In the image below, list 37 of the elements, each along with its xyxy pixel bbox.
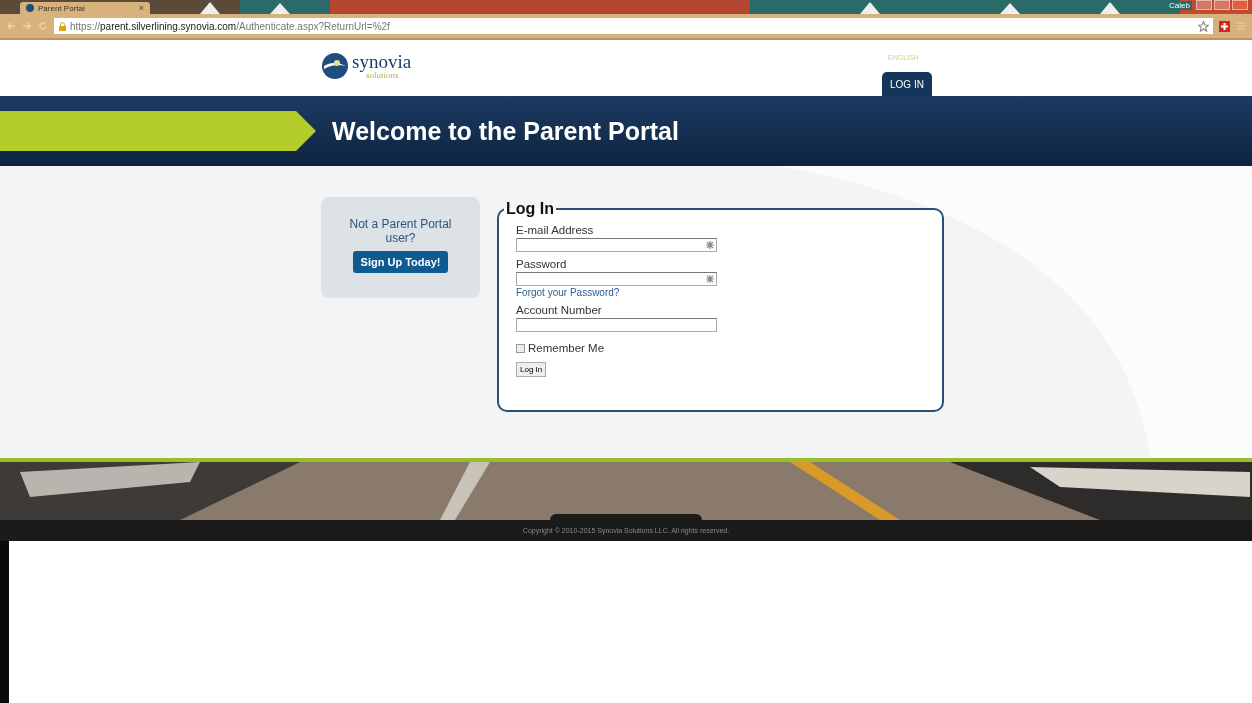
login-heading: Log In (505, 200, 555, 218)
forward-icon[interactable] (22, 21, 32, 31)
field-label: E-mail Address (516, 224, 595, 236)
required-icon (706, 241, 714, 249)
remember-label: Remember Me (528, 342, 605, 354)
signup-text: Not a Parent Portal user? (348, 217, 453, 245)
lock-icon (58, 21, 67, 31)
minimize-button[interactable] (1196, 0, 1212, 10)
field-label: Password (516, 258, 568, 270)
logo-tagline: solutions (366, 71, 399, 80)
login-button[interactable]: Log In (516, 362, 547, 377)
maximize-button[interactable] (1214, 0, 1230, 10)
globe-icon (26, 4, 34, 12)
close-window-button[interactable] (1232, 0, 1248, 10)
required-icon (706, 275, 714, 283)
logo-icon (322, 53, 348, 79)
signup-button[interactable]: Sign Up Today! (352, 251, 449, 273)
menu-icon[interactable] (1236, 21, 1246, 31)
input-field[interactable] (516, 272, 717, 286)
remember-checkbox[interactable] (516, 343, 525, 353)
input-field[interactable] (516, 238, 717, 252)
forgot-password-link[interactable]: Forgot your Password? (516, 287, 620, 298)
user-name: Caleb (1167, 1, 1192, 10)
field-label: Account Number (516, 304, 603, 316)
url-text: https://parent.silverlining.synovia.com/Authenticate.aspx?ReturnUrl=%2f (70, 20, 390, 32)
tab-title: Parent Portal (38, 3, 85, 13)
logo-name: synovia (352, 52, 412, 71)
close-tab-button[interactable]: × (138, 3, 144, 13)
input-field[interactable] (516, 318, 717, 332)
nav-tab[interactable]: LOG IN (882, 72, 932, 96)
star-icon[interactable] (1198, 20, 1209, 32)
reload-icon[interactable] (38, 21, 48, 31)
page-title: Welcome to the Parent Portal (332, 116, 679, 146)
browser-tab[interactable]: Parent Portal × (20, 2, 150, 14)
back-icon[interactable] (6, 21, 16, 31)
address-bar[interactable]: https://parent.silverlining.synovia.com/Authenticate.aspx?ReturnUrl=%2f (54, 18, 1213, 34)
extension-icon[interactable] (1219, 20, 1230, 32)
